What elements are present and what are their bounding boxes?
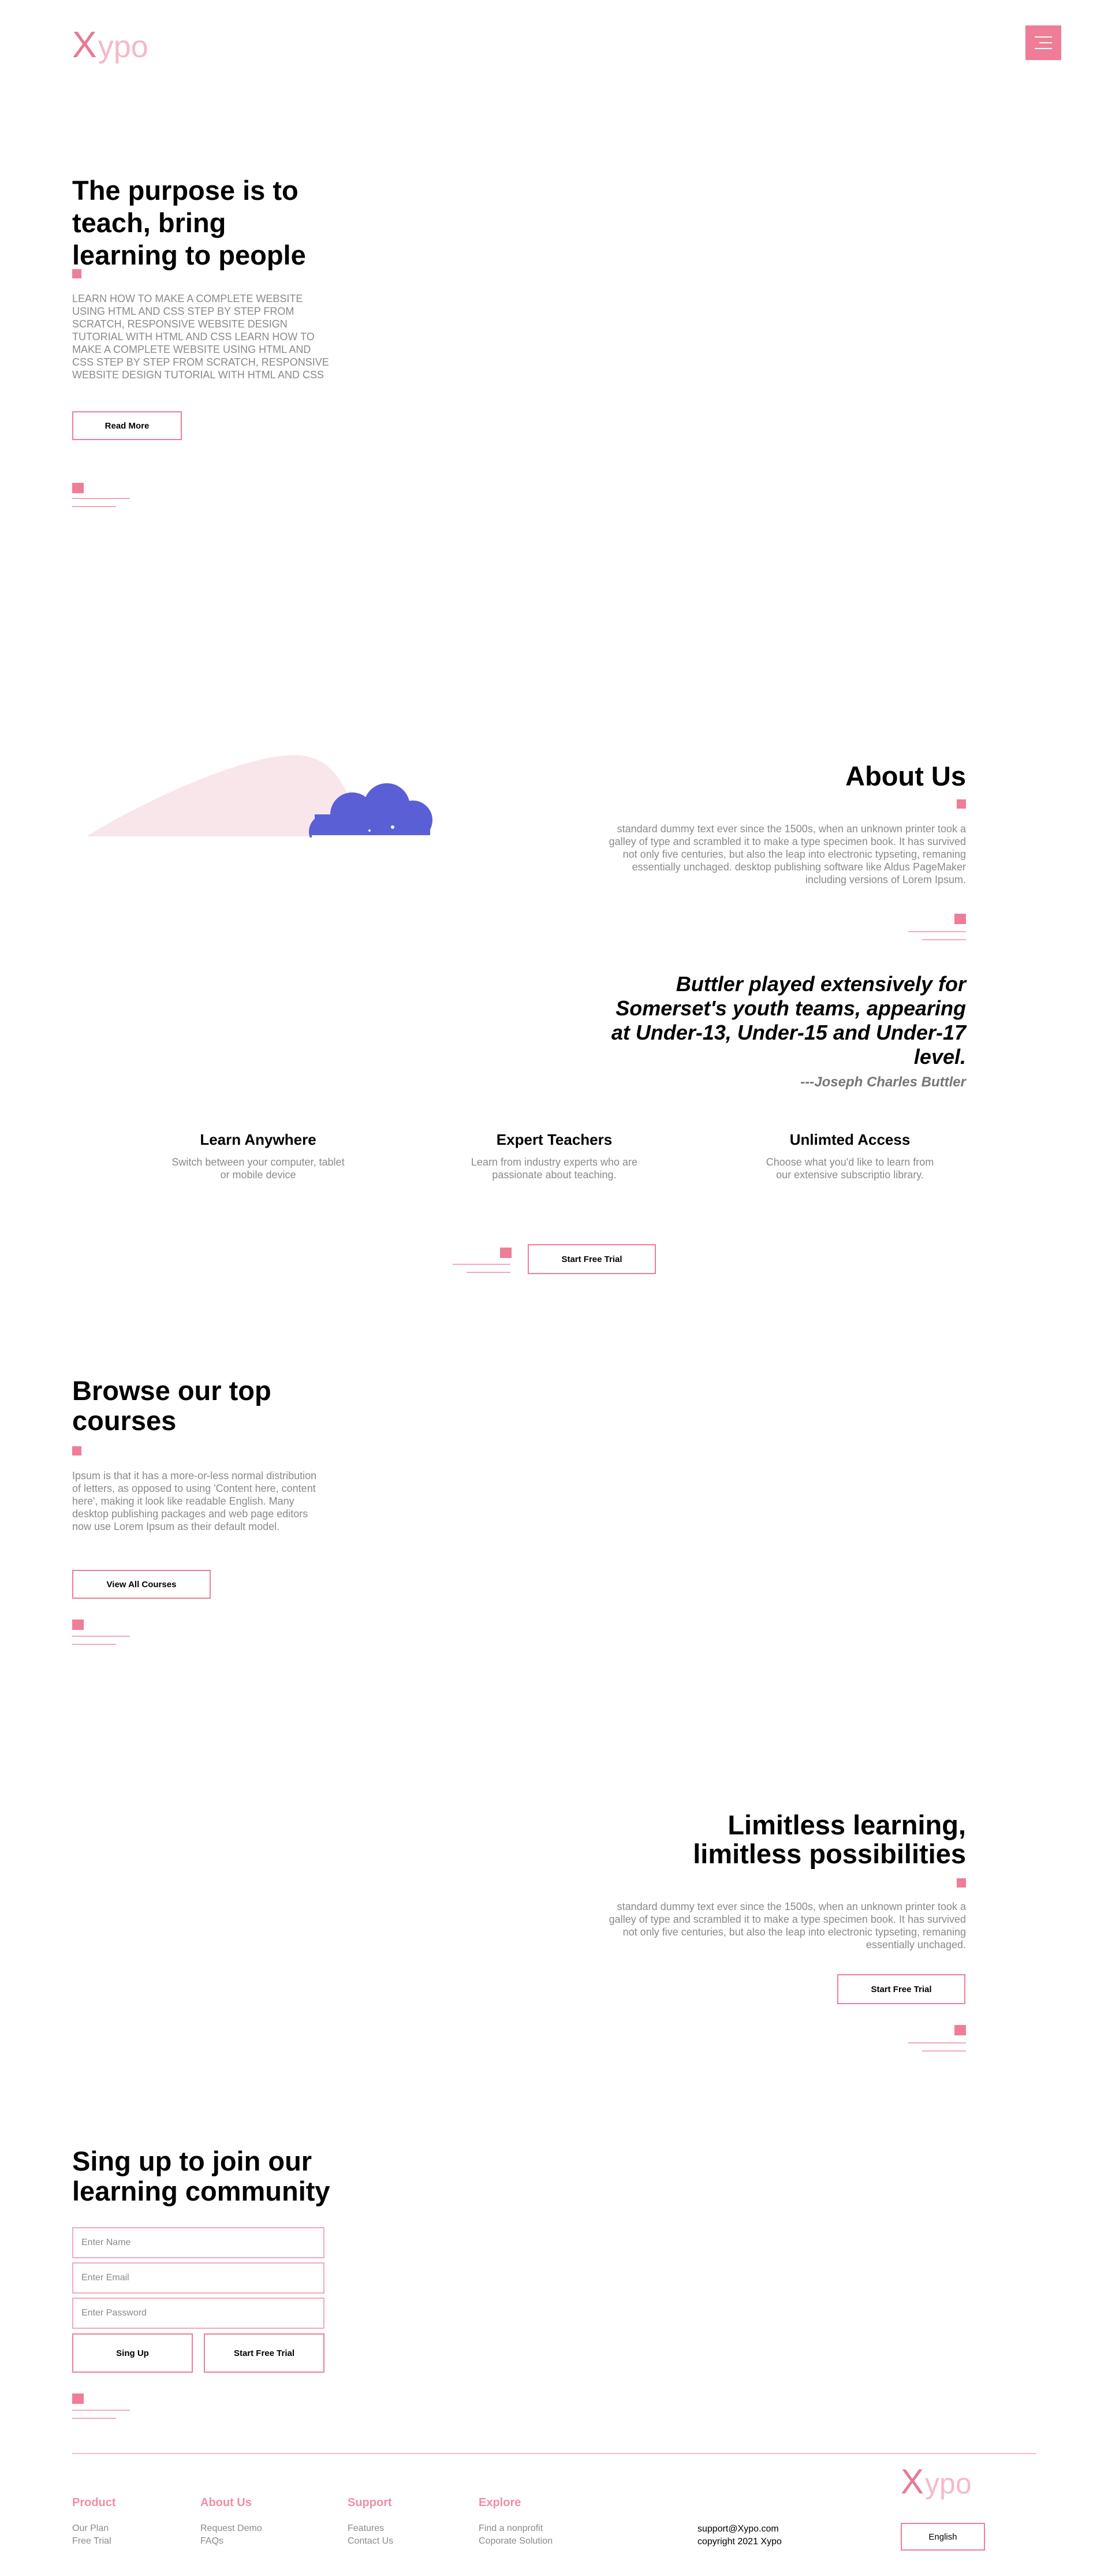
- about-illustration: [87, 755, 433, 837]
- signup-start-free-trial-button[interactable]: Start Free Trial: [204, 2333, 324, 2373]
- menu-icon-bar: [1035, 48, 1052, 49]
- footer-link-our-plan[interactable]: Our Plan: [72, 2522, 116, 2535]
- about-decor-line: [922, 939, 966, 940]
- hero-title: The purpose is to teach, bring learning …: [72, 175, 306, 270]
- footer-column-explore: Explore Find a nonprofit Coporate Soluti…: [479, 2496, 553, 2548]
- menu-icon-bar: [1039, 42, 1052, 43]
- footer-contact: support@Xypo.com copyright 2021 Xypo: [697, 2523, 782, 2548]
- limitless-title: Limitless learning, limitless possibilit…: [693, 1810, 966, 1869]
- name-input[interactable]: [72, 2227, 324, 2258]
- start-free-trial-button[interactable]: Start Free Trial: [528, 1244, 656, 1274]
- trial-decor-line: [467, 1272, 510, 1273]
- trial-decor-square: [500, 1248, 512, 1258]
- footer-column-about: About Us Request Demo FAQs: [200, 2496, 262, 2548]
- signup-decor-line: [72, 2410, 130, 2411]
- cloud-dot: [391, 825, 394, 829]
- about-paragraph: standard dummy text ever since the 1500s…: [609, 823, 966, 885]
- hero-paragraph: LEARN HOW TO MAKE A COMPLETE WEBSITE USI…: [72, 293, 329, 381]
- feature-title: Expert Teachers: [496, 1131, 613, 1148]
- quote-text: Buttler played extensively for Somerset'…: [611, 972, 966, 1069]
- email-input[interactable]: [72, 2262, 324, 2294]
- footer-email[interactable]: support@Xypo.com: [697, 2523, 782, 2536]
- limitless-accent-square: [957, 1878, 966, 1888]
- limitless-decor-square: [954, 2025, 966, 2035]
- footer-logo-text: ypo: [925, 2467, 972, 2500]
- read-more-button[interactable]: Read More: [72, 411, 182, 440]
- footer-heading: Explore: [479, 2496, 521, 2509]
- footer-link-features[interactable]: Features: [348, 2522, 393, 2535]
- cloud-dot: [368, 829, 371, 832]
- footer-logo[interactable]: X ypo: [901, 2462, 972, 2501]
- signup-title: Sing up to join our learning community: [72, 2146, 330, 2206]
- feature-text: Choose what you'd like to learn from our…: [766, 1156, 934, 1181]
- limitless-decor-line: [922, 2050, 966, 2052]
- footer-logo-x: X: [901, 2462, 924, 2501]
- footer-copyright: copyright 2021 Xypo: [697, 2537, 782, 2547]
- menu-icon-bar: [1035, 36, 1052, 38]
- feature-text: Learn from industry experts who are pass…: [471, 1156, 638, 1181]
- hero-decor-line: [72, 498, 130, 499]
- about-title: About Us: [845, 761, 966, 791]
- footer-heading: About Us: [200, 2496, 252, 2509]
- feature-learn-anywhere: Learn Anywhere Switch between your compu…: [154, 1131, 362, 1181]
- courses-paragraph: Ipsum is that it has a more-or-less norm…: [72, 1470, 317, 1532]
- about-accent-square: [957, 799, 966, 809]
- language-select[interactable]: English: [901, 2523, 985, 2551]
- footer-link-find-nonprofit[interactable]: Find a nonprofit: [479, 2522, 553, 2535]
- footer-heading: Product: [72, 2496, 116, 2509]
- sign-up-button[interactable]: Sing Up: [72, 2333, 193, 2373]
- courses-decor-line: [72, 1644, 116, 1645]
- courses-accent-square: [72, 1446, 81, 1455]
- feature-title: Unlimted Access: [789, 1131, 911, 1148]
- password-input[interactable]: [72, 2298, 324, 2329]
- feature-text: Switch between your computer, tablet or …: [171, 1156, 345, 1181]
- footer-link-free-trial[interactable]: Free Trial: [72, 2535, 116, 2548]
- about-decor-square: [954, 914, 966, 924]
- logo[interactable]: X ypo: [72, 23, 148, 66]
- about-decor-line: [908, 931, 966, 932]
- hero-accent-square: [72, 269, 81, 278]
- quote-author: ---Joseph Charles Buttler: [800, 1074, 966, 1090]
- limitless-start-free-trial-button[interactable]: Start Free Trial: [837, 1974, 965, 2004]
- courses-title: Browse our top courses: [72, 1375, 271, 1436]
- menu-button[interactable]: [1025, 25, 1061, 60]
- logo-text: ypo: [98, 29, 148, 64]
- trial-decor-line: [453, 1264, 510, 1265]
- footer-link-request-demo[interactable]: Request Demo: [200, 2522, 262, 2535]
- feature-expert-teachers: Expert Teachers Learn from industry expe…: [450, 1131, 658, 1181]
- signup-decor-line: [72, 2418, 116, 2419]
- courses-decor-square: [72, 1620, 84, 1630]
- footer-column-product: Product Our Plan Free Trial: [72, 2496, 116, 2548]
- cloud-base: [312, 835, 433, 837]
- courses-decor-line: [72, 1636, 130, 1637]
- limitless-decor-line: [908, 2042, 966, 2043]
- logo-x: X: [72, 24, 97, 65]
- hero-decor-line: [72, 506, 116, 507]
- signup-decor-square: [72, 2393, 84, 2404]
- footer-link-contact-us[interactable]: Contact Us: [348, 2535, 393, 2548]
- footer-column-support: Support Features Contact Us: [348, 2496, 393, 2548]
- limitless-paragraph: standard dummy text ever since the 1500s…: [609, 1901, 966, 1950]
- footer-link-corporate-solution[interactable]: Coporate Solution: [479, 2535, 553, 2548]
- hero-decor-square: [72, 483, 84, 493]
- feature-title: Learn Anywhere: [200, 1131, 316, 1148]
- footer-heading: Support: [348, 2496, 392, 2509]
- footer-link-faqs[interactable]: FAQs: [200, 2535, 262, 2548]
- feature-unlimited-access: Unlimted Access Choose what you'd like t…: [746, 1131, 954, 1181]
- view-all-courses-button[interactable]: View All Courses: [72, 1570, 211, 1599]
- footer-divider: [72, 2453, 1036, 2454]
